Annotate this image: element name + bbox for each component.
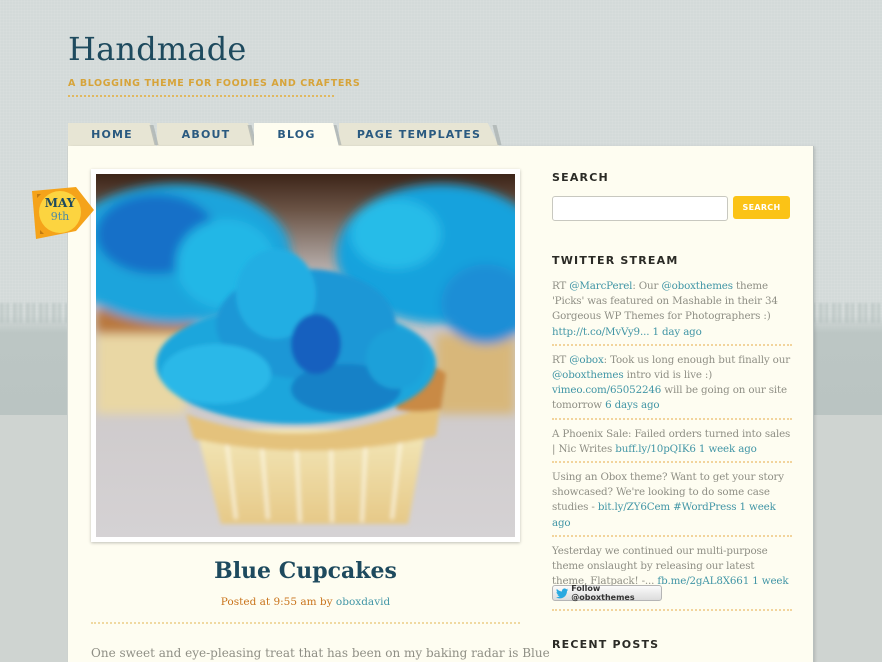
date-day: 9th bbox=[50, 210, 70, 223]
tweet-link[interactable]: @MarcPerel bbox=[569, 280, 632, 292]
follow-label: Follow @oboxthemes bbox=[571, 584, 635, 602]
tab-page-templates[interactable]: PAGE TEMPLATES bbox=[339, 123, 499, 146]
search-widget-title: SEARCH bbox=[552, 171, 609, 184]
tweet-link[interactable]: vimeo.com/65052246 bbox=[552, 384, 661, 396]
tweet-text: RT bbox=[552, 353, 570, 366]
twitter-bird-icon bbox=[556, 587, 569, 598]
tweet-link[interactable]: 6 days ago bbox=[605, 399, 660, 411]
tweet-link[interactable]: 1 day ago bbox=[652, 326, 701, 338]
post-excerpt: One sweet and eye-pleasing treat that ha… bbox=[91, 646, 550, 660]
date-month: MAY bbox=[44, 196, 76, 210]
post-divider bbox=[91, 622, 520, 624]
search-input[interactable] bbox=[552, 196, 728, 221]
tweet-link[interactable]: fb.me/2gAL8X661 bbox=[657, 575, 749, 587]
post-date-badge: MAY 9th bbox=[30, 185, 94, 241]
post-title[interactable]: Blue Cupcakes bbox=[91, 558, 520, 584]
twitter-widget-title: TWITTER STREAM bbox=[552, 254, 679, 267]
search-button[interactable]: SEARCH bbox=[733, 196, 790, 219]
tweet-item: RT @obox: Took us long enough but finall… bbox=[552, 353, 792, 420]
tweet-link[interactable]: 1 week ago bbox=[699, 443, 757, 455]
tweet-item: RT @MarcPerel: Our @oboxthemes theme 'Pi… bbox=[552, 279, 792, 346]
tweet-link[interactable]: bit.ly/ZY6Cem bbox=[598, 501, 670, 513]
post-meta-prefix: Posted at 9:55 am by bbox=[220, 596, 333, 608]
tab-about[interactable]: ABOUT bbox=[157, 123, 255, 146]
tweet-link[interactable]: buff.ly/10pQIK6 bbox=[615, 443, 696, 455]
tweet-text: : Took us long enough but finally our bbox=[603, 353, 790, 366]
site-tagline: A BLOGGING THEME FOR FOODIES AND CRAFTER… bbox=[68, 78, 361, 89]
post-meta: Posted at 9:55 am by oboxdavid bbox=[91, 596, 520, 608]
tweet-link[interactable]: http://t.co/MvVy9... bbox=[552, 326, 649, 338]
post-author-link[interactable]: oboxdavid bbox=[336, 596, 390, 608]
tweet-text: : Our bbox=[632, 280, 662, 292]
tweet-text: intro vid is live :) bbox=[623, 369, 713, 382]
tagline-divider bbox=[68, 95, 334, 97]
tab-home[interactable]: HOME bbox=[68, 123, 156, 146]
twitter-follow-button[interactable]: Follow @oboxthemes bbox=[552, 584, 662, 602]
featured-image-frame[interactable] bbox=[91, 169, 520, 542]
tweet-link[interactable]: #WordPress bbox=[673, 501, 736, 513]
tab-blog[interactable]: BLOG bbox=[254, 123, 339, 147]
tweet-list: RT @MarcPerel: Our @oboxthemes theme 'Pi… bbox=[552, 279, 792, 618]
tweet-link[interactable]: @obox bbox=[569, 354, 604, 366]
tweet-item: A Phoenix Sale: Failed orders turned int… bbox=[552, 427, 792, 464]
tweet-link[interactable]: @oboxthemes bbox=[661, 280, 733, 292]
site-title[interactable]: Handmade bbox=[68, 30, 247, 68]
cupcake-illustration bbox=[96, 184, 515, 524]
tweet-item: Using an Obox theme? Want to get your st… bbox=[552, 470, 792, 537]
tweet-link[interactable]: @oboxthemes bbox=[552, 369, 624, 381]
tweet-text: RT bbox=[552, 280, 570, 292]
featured-image[interactable] bbox=[96, 174, 515, 537]
recent-posts-widget-title: RECENT POSTS bbox=[552, 638, 660, 651]
